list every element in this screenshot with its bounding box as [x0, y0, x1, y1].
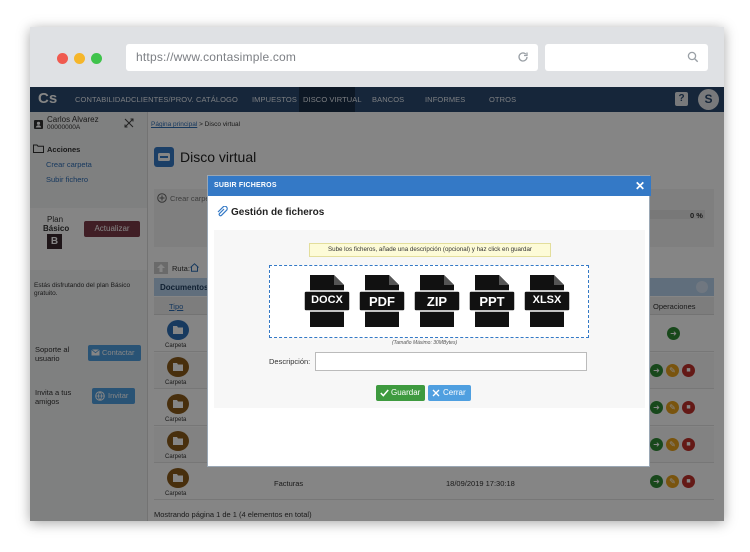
- file-type-ppt-icon: PPT: [468, 274, 516, 328]
- address-bar[interactable]: https://www.contasimple.com: [126, 44, 538, 71]
- file-type-docx-icon: DOCX: [303, 274, 351, 328]
- description-label: Descripción:: [269, 357, 311, 366]
- save-button-label: Guardar: [391, 388, 421, 397]
- browser-window: https://www.contasimple.com Cs CONTABILI…: [30, 27, 724, 521]
- modal-title: SUBIR FICHEROS: [214, 182, 277, 189]
- browser-chrome: https://www.contasimple.com: [30, 27, 724, 87]
- maximize-window-dot[interactable]: [91, 53, 102, 64]
- file-type-pdf-icon: PDF: [358, 274, 406, 328]
- minimize-window-dot[interactable]: [74, 53, 85, 64]
- file-type-xlsx-icon: XLSX: [523, 274, 571, 328]
- modal-body: Gestión de ficheros Sube los ficheros, a…: [214, 200, 645, 408]
- description-input[interactable]: [315, 352, 587, 371]
- close-button[interactable]: Cerrar: [428, 385, 471, 401]
- modal-close-icon[interactable]: ✕: [635, 179, 645, 193]
- modal-header: SUBIR FICHEROS ✕: [208, 176, 651, 196]
- url-text: https://www.contasimple.com: [136, 50, 297, 64]
- x-icon: [432, 389, 440, 397]
- upload-panel: Sube los ficheros, añade una descripción…: [214, 230, 645, 408]
- close-button-label: Cerrar: [443, 388, 466, 397]
- file-dropzone[interactable]: DOCX PDF ZIP PPT XLSX: [269, 265, 589, 338]
- file-type-label: XLSX: [532, 294, 562, 306]
- section-title: Gestión de ficheros: [231, 207, 325, 218]
- close-window-dot[interactable]: [57, 53, 68, 64]
- paperclip-icon: [217, 206, 228, 217]
- save-button[interactable]: Guardar: [376, 385, 425, 401]
- file-type-label: DOCX: [311, 294, 343, 306]
- upload-hint: Sube los ficheros, añade una descripción…: [309, 243, 551, 257]
- file-type-label: PPT: [479, 294, 505, 309]
- search-icon: [687, 51, 699, 63]
- browser-search-box[interactable]: [545, 44, 708, 71]
- file-type-label: ZIP: [426, 294, 448, 309]
- reload-icon[interactable]: [517, 51, 529, 63]
- file-type-zip-icon: ZIP: [413, 274, 461, 328]
- upload-modal: SUBIR FICHEROS ✕ Gestión de ficheros Sub…: [207, 175, 651, 467]
- check-icon: [380, 389, 389, 397]
- max-size-note: (Tamaño Máximo: 30MBytes): [392, 340, 458, 346]
- file-type-label: PDF: [369, 294, 395, 309]
